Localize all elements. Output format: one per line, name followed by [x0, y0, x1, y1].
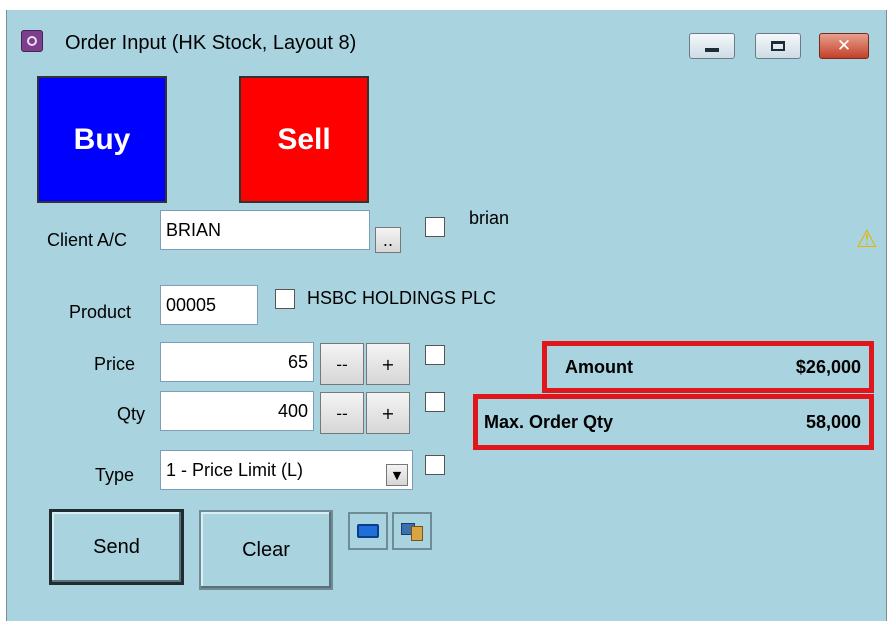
app-icon	[21, 30, 43, 52]
order-input-window: Order Input (HK Stock, Layout 8) ✕ Buy S…	[6, 10, 887, 621]
keyboard-button[interactable]	[348, 512, 388, 550]
qty-input[interactable]	[160, 391, 314, 431]
price-input[interactable]	[160, 342, 314, 382]
title-bar: Order Input (HK Stock, Layout 8) ✕	[7, 10, 886, 78]
qty-checkbox[interactable]	[425, 392, 445, 412]
qty-label: Qty	[117, 404, 146, 424]
qty-increment-button[interactable]: +	[366, 392, 410, 434]
max-order-qty-label: Max. Order Qty	[484, 411, 614, 432]
minimize-icon	[705, 48, 719, 52]
maximize-button[interactable]	[755, 33, 801, 59]
price-label: Price	[94, 354, 136, 374]
type-label: Type	[95, 465, 135, 485]
price-increment-button[interactable]: +	[366, 343, 410, 385]
window-title: Order Input (HK Stock, Layout 8)	[65, 32, 357, 54]
max-order-qty-box: Max. Order Qty 58,000	[473, 394, 874, 450]
amount-value: $26,000	[795, 356, 861, 377]
product-checkbox[interactable]	[275, 289, 295, 309]
buy-button[interactable]: Buy	[37, 76, 167, 203]
client-checkbox[interactable]	[425, 217, 445, 237]
order-type-selected: 1 - Price Limit (L)	[166, 459, 304, 480]
keyboard-icon	[357, 524, 379, 538]
qty-decrement-button[interactable]: --	[320, 392, 364, 434]
amount-label: Amount	[565, 356, 633, 377]
close-button[interactable]: ✕	[819, 33, 869, 59]
price-decrement-button[interactable]: --	[320, 343, 364, 385]
max-order-qty-value: 58,000	[805, 411, 861, 432]
send-button[interactable]: Send	[49, 509, 184, 585]
client-account-input[interactable]	[160, 210, 370, 250]
clear-button[interactable]: Clear	[199, 510, 333, 590]
product-code-input[interactable]	[160, 285, 258, 325]
computer-button[interactable]	[392, 512, 432, 550]
close-icon: ✕	[836, 36, 852, 56]
product-label: Product	[69, 302, 132, 322]
chevron-down-icon[interactable]: ▼	[386, 464, 408, 486]
type-checkbox[interactable]	[425, 455, 445, 475]
sell-button[interactable]: Sell	[239, 76, 369, 203]
minimize-button[interactable]	[689, 33, 735, 59]
maximize-icon	[771, 41, 785, 51]
client-browse-button[interactable]: ..	[375, 227, 401, 253]
client-label: Client A/C	[47, 230, 128, 250]
amount-box: Amount $26,000	[542, 341, 874, 393]
client-name: brian	[469, 208, 510, 228]
order-type-select[interactable]: 1 - Price Limit (L)	[160, 450, 413, 490]
product-name: HSBC HOLDINGS PLC	[307, 288, 497, 308]
price-checkbox[interactable]	[425, 345, 445, 365]
computer-icon	[401, 521, 423, 541]
warning-icon: ⚠	[856, 225, 878, 253]
